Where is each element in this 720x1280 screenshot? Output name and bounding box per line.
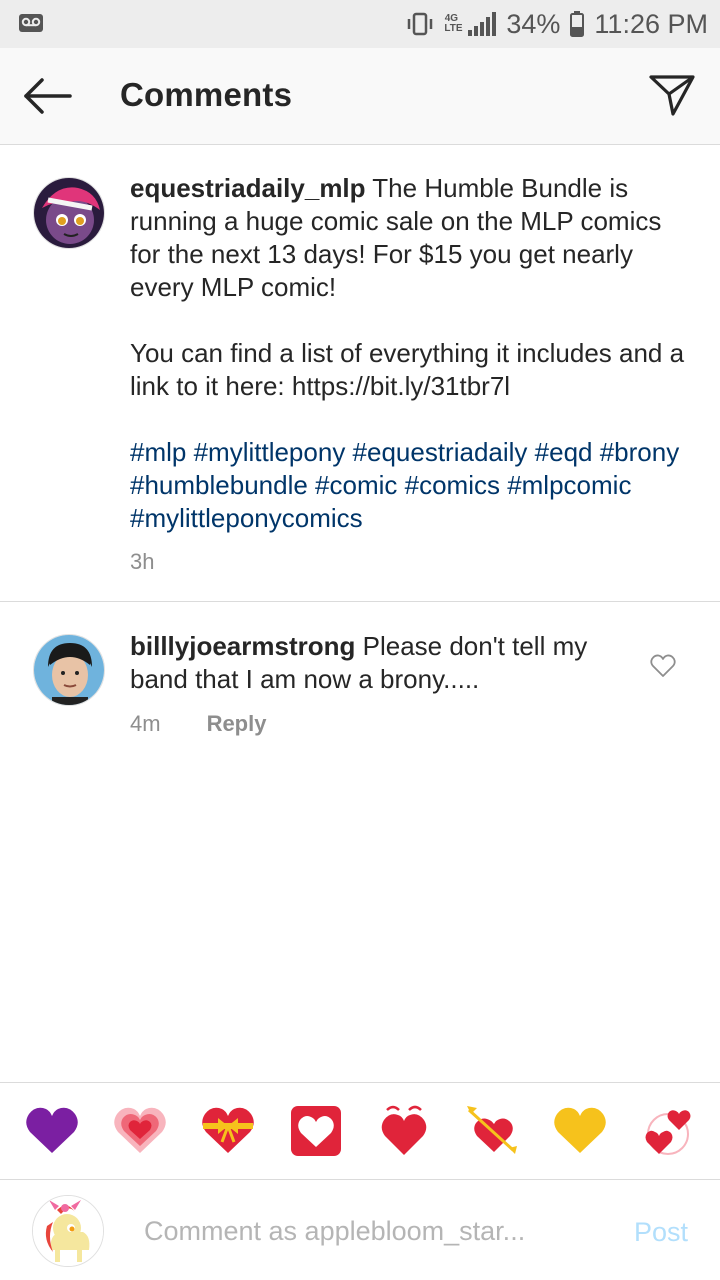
- caption-hashtags[interactable]: #mlp #mylittlepony #equestriadaily #eqd …: [130, 436, 690, 535]
- comment-meta: 4m Reply: [130, 711, 266, 737]
- comment-author-avatar[interactable]: [33, 634, 105, 706]
- direct-send-icon[interactable]: [648, 72, 696, 118]
- purple-heart-emoji[interactable]: [24, 1103, 80, 1159]
- comments-screen: 4G LTE 34% 11:26 PM Comments equestriada…: [0, 0, 720, 1280]
- caption-text: equestriadaily_mlp The Humble Bundle is …: [130, 172, 690, 535]
- status-bar: 4G LTE 34% 11:26 PM: [0, 0, 720, 48]
- yellow-heart-emoji[interactable]: [552, 1103, 608, 1159]
- comment-username[interactable]: billlyjoearmstrong: [130, 631, 355, 661]
- lte-icon: 4G LTE: [444, 13, 463, 34]
- vibrate-icon: [408, 12, 433, 36]
- growing-heart-emoji[interactable]: [112, 1103, 168, 1159]
- caption-paragraph-2: You can find a list of everything it inc…: [130, 338, 685, 401]
- beating-heart-emoji[interactable]: [376, 1103, 432, 1159]
- comment-text: billlyjoearmstrong Please don't tell my …: [130, 630, 600, 696]
- caption-meta: 3h: [130, 549, 154, 575]
- signal-icon: [468, 12, 497, 36]
- comment-time: 4m: [130, 711, 161, 736]
- revolving-hearts-emoji[interactable]: [640, 1103, 696, 1159]
- battery-percent: 34%: [506, 8, 561, 39]
- page-title: Comments: [120, 76, 293, 113]
- caption-paragraph-1: equestriadaily_mlp The Humble Bundle is …: [130, 172, 690, 304]
- voicemail-icon: [19, 14, 43, 32]
- caption-author-avatar[interactable]: [33, 177, 105, 249]
- heart-with-arrow-emoji[interactable]: [464, 1103, 520, 1159]
- comment-composer: Post: [0, 1181, 720, 1280]
- emoji-bar: [0, 1082, 720, 1180]
- comment-input[interactable]: [144, 1211, 604, 1251]
- battery-icon: [570, 11, 585, 37]
- white-heart-on-red-emoji[interactable]: [288, 1103, 344, 1159]
- heart-with-ribbon-emoji[interactable]: [200, 1103, 256, 1159]
- status-time: 11:26 PM: [594, 8, 708, 39]
- post-button[interactable]: Post: [634, 1217, 688, 1248]
- status-right: 4G LTE 34% 11:26 PM: [406, 0, 708, 48]
- caption-time: 3h: [130, 549, 155, 574]
- heart-outline-icon[interactable]: [650, 654, 676, 678]
- current-user-avatar: [32, 1195, 104, 1267]
- app-bar: Comments: [0, 48, 720, 145]
- caption-divider: [0, 601, 720, 602]
- reply-button[interactable]: Reply: [207, 711, 267, 737]
- caption-username[interactable]: equestriadaily_mlp: [130, 173, 366, 203]
- back-arrow-icon[interactable]: [22, 76, 74, 116]
